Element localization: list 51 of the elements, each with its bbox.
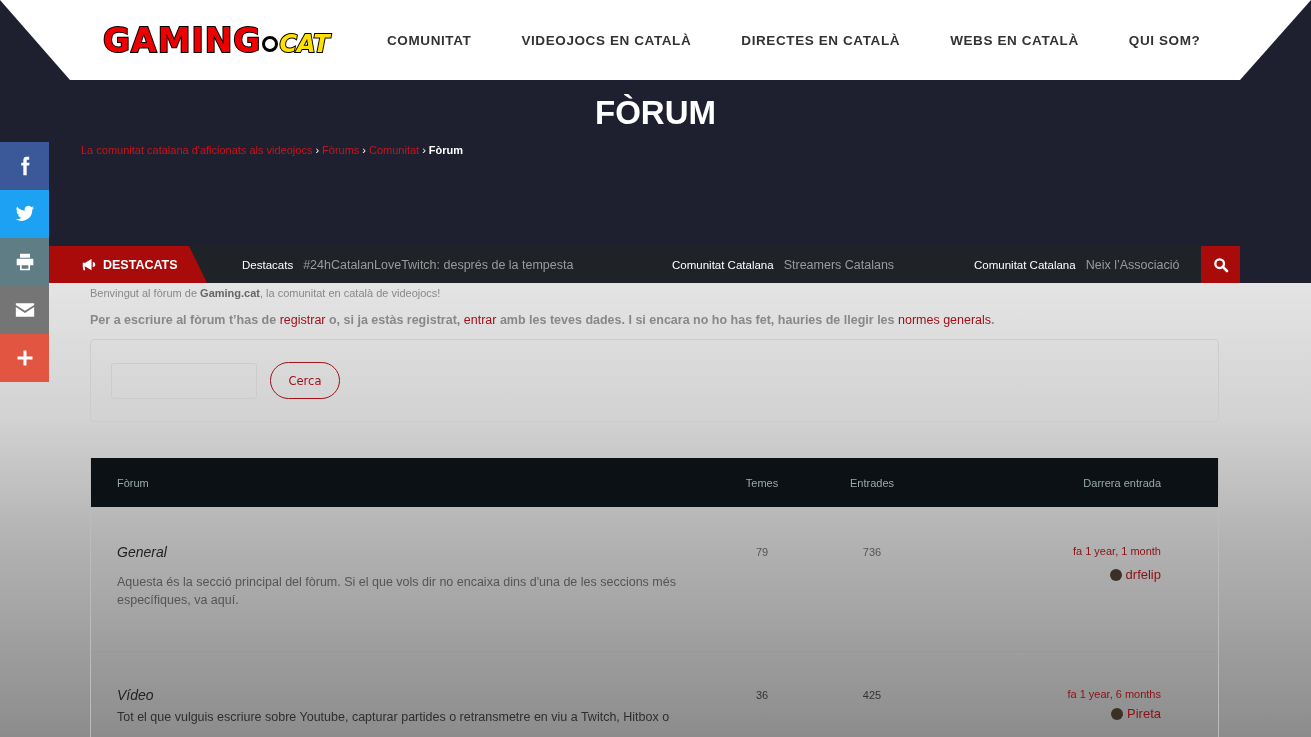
column-header: Temes bbox=[744, 476, 780, 489]
twitter-share-button[interactable] bbox=[0, 190, 49, 238]
nav-link[interactable]: WEBS EN CATALÀ bbox=[950, 32, 1079, 48]
nav-link[interactable]: DIRECTES EN CATALÀ bbox=[741, 32, 901, 48]
notice-link[interactable]: entrar bbox=[463, 313, 497, 327]
notice-text: Per a escriure al fòrum t’has de registrar o, si ja estàs registrat, entrar amb les teves dades. I si encara no ho has fet, hauries de llegir les normes generals. bbox=[90, 313, 996, 327]
more-share-button[interactable] bbox=[0, 334, 49, 382]
email-share-button[interactable] bbox=[0, 286, 49, 334]
nav-link[interactable]: COMUNITAT bbox=[387, 32, 472, 48]
last-post-link[interactable]: fa 1 year, 6 months bbox=[1067, 688, 1161, 700]
column-header: Entrades bbox=[849, 476, 895, 489]
avatar-icon bbox=[1109, 568, 1122, 581]
ticker-category[interactable]: Comunitat Catalana bbox=[672, 258, 774, 271]
ticker-headline[interactable]: #24hCatalanLoveTwitch: després de la tempesta bbox=[303, 257, 574, 272]
breadcrumb-separator: › bbox=[362, 144, 367, 156]
breadcrumb-separator: › bbox=[315, 144, 320, 156]
ticker-category[interactable]: Destacats bbox=[242, 258, 294, 271]
column-header: Darrera entrada bbox=[1082, 476, 1161, 489]
column-header: Fòrum bbox=[117, 476, 150, 489]
search-icon bbox=[1212, 256, 1229, 273]
last-post-link[interactable]: fa 1 year, 1 month bbox=[1072, 545, 1161, 557]
topic-count: 36 bbox=[754, 688, 770, 701]
user-link[interactable]: Pireta bbox=[1127, 706, 1161, 721]
print-share-button[interactable] bbox=[0, 238, 49, 286]
avatar-icon bbox=[1111, 707, 1124, 720]
forum-description: Tot el que vulguis escriure sobre Youtube, capturar partides o retransmetre en viu a Twitch, Hitbox o bbox=[117, 709, 671, 726]
page-title: FÒRUM bbox=[594, 94, 717, 132]
nav-link[interactable]: QUI SOM? bbox=[1128, 32, 1201, 48]
bird-icon bbox=[13, 204, 36, 224]
ticker-category[interactable]: Comunitat Catalana bbox=[974, 258, 1076, 271]
forum-description: Aquesta és la secció principal del fòrum. Si el que vols dir no encaixa dins d'una de les seccions més específiques, va aquí. bbox=[117, 574, 677, 609]
featured-label-text: DESTACATS bbox=[103, 257, 178, 272]
printer-icon bbox=[14, 252, 35, 272]
welcome-text: Benvingut al fòrum de Gaming.cat, la comunitat en català de videojocs! bbox=[90, 287, 442, 299]
ticker-headline[interactable]: Neix l’Associació bbox=[1085, 257, 1180, 272]
plus-icon bbox=[15, 349, 34, 367]
post-count: 736 bbox=[861, 545, 883, 558]
post-count: 425 bbox=[861, 688, 883, 701]
user-link[interactable]: drfelip bbox=[1125, 567, 1161, 582]
forum-name-link[interactable]: Vídeo bbox=[117, 687, 154, 703]
breadcrumb-separator: › bbox=[422, 144, 426, 156]
notice-link[interactable]: registrar bbox=[279, 313, 326, 327]
ticker-headline[interactable]: Streamers Catalans bbox=[783, 257, 895, 272]
search-button[interactable] bbox=[1201, 246, 1240, 283]
facebook-share-button[interactable] bbox=[0, 142, 49, 190]
nav-link[interactable]: VIDEOJOCS EN CATALÀ bbox=[521, 32, 692, 48]
breadcrumb-current: Fòrum bbox=[428, 144, 464, 156]
topic-count: 79 bbox=[754, 545, 770, 558]
megaphone-icon bbox=[81, 257, 97, 272]
site-logo[interactable]: GAMING CAT bbox=[103, 20, 361, 60]
forum-name-link[interactable]: General bbox=[117, 544, 167, 560]
